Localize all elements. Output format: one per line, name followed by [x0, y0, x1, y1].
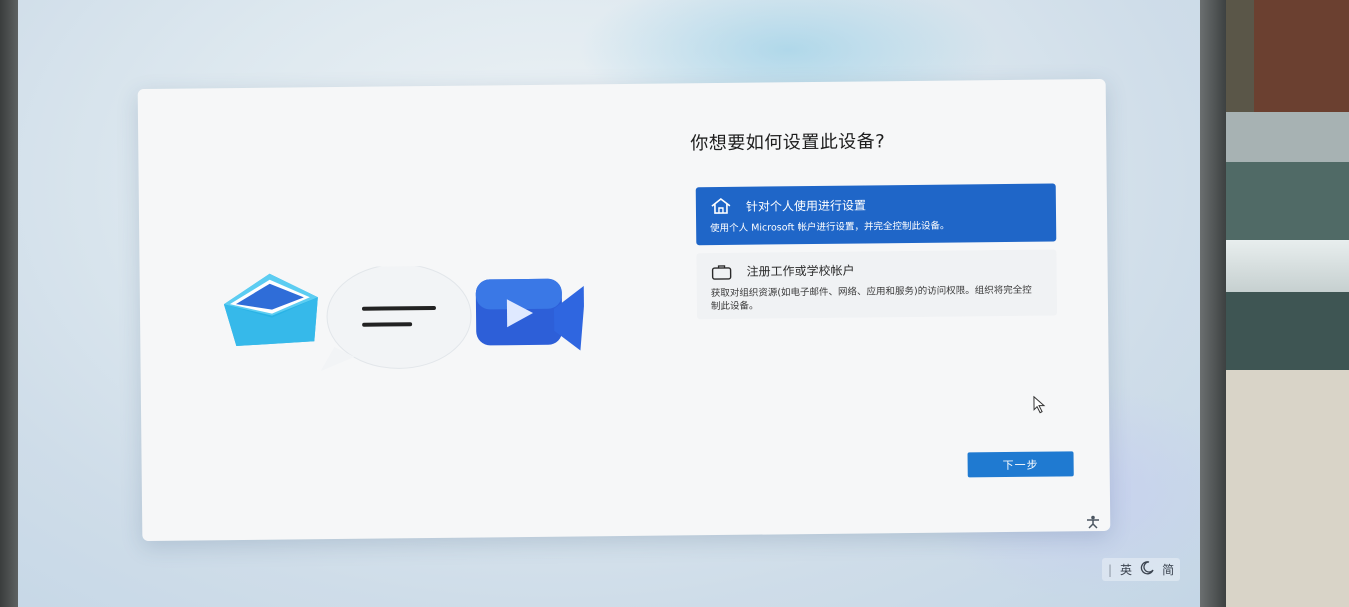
background-wall: [1226, 370, 1349, 607]
home-icon: [710, 197, 732, 215]
page-title: 你想要如何设置此设备?: [690, 131, 886, 155]
chat-bubble-icon: [320, 264, 472, 372]
video-camera-icon: [475, 278, 585, 351]
option-personal-use[interactable]: 针对个人使用进行设置 使用个人 Microsoft 帐户进行设置，并完全控制此设…: [695, 183, 1057, 246]
background-mid: [1226, 162, 1349, 240]
background-light: [1226, 240, 1349, 292]
setup-card: 你想要如何设置此设备? 针对个人使用进行设置 使用个人 Microsoft 帐户…: [137, 78, 1111, 542]
communication-illustration: [223, 264, 585, 372]
option-work-description: 获取对组织资源(如电子邮件、网络、应用和服务)的访问权限。组织将完全控制此设备。: [710, 284, 1032, 313]
next-button[interactable]: 下一步: [967, 451, 1074, 478]
background-low: [1226, 292, 1349, 370]
input-mode-english[interactable]: 英: [1120, 561, 1132, 578]
option-personal-description: 使用个人 Microsoft 帐户进行设置，并完全控制此设备。: [710, 220, 950, 235]
oobe-screen: 你想要如何设置此设备? 针对个人使用进行设置 使用个人 Microsoft 帐户…: [18, 0, 1200, 607]
mouse-cursor-icon: [1033, 395, 1046, 414]
option-work-school[interactable]: 注册工作或学校帐户 获取对组织资源(如电子邮件、网络、应用和服务)的访问权限。组…: [696, 249, 1058, 320]
moon-icon[interactable]: [1140, 561, 1154, 578]
mail-icon: [223, 273, 318, 347]
accessibility-icon[interactable]: [1086, 515, 1100, 529]
input-mode-chinese[interactable]: 简: [1162, 561, 1174, 578]
tray-separator: |: [1108, 562, 1113, 577]
background-band: [1226, 112, 1349, 162]
system-tray: | 英 简: [1102, 558, 1181, 581]
monitor-bezel-left: [0, 0, 18, 607]
background-wall-top: [1254, 0, 1349, 112]
briefcase-icon: [711, 263, 733, 280]
monitor-bezel-right: [1200, 0, 1226, 607]
option-personal-label: 针对个人使用进行设置: [745, 197, 867, 214]
option-work-label: 注册工作或学校帐户: [746, 263, 855, 279]
